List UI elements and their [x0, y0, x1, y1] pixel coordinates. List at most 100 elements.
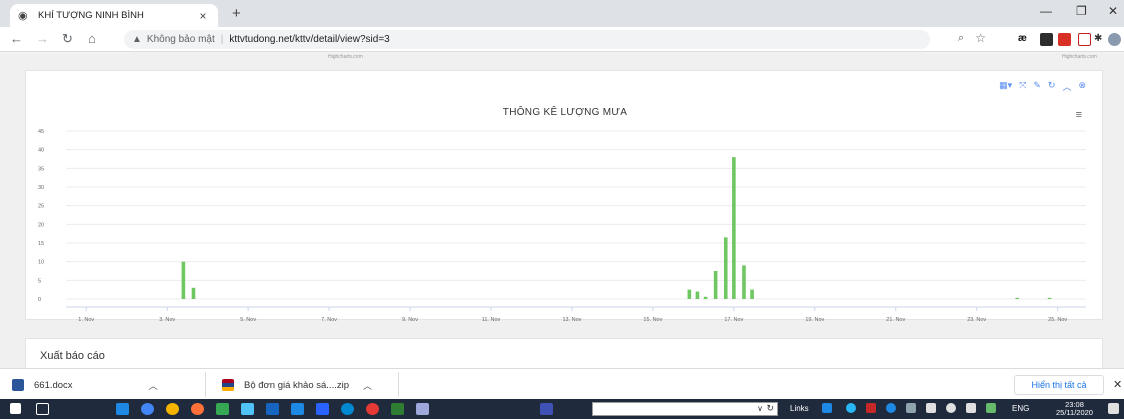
bookmark-star-icon[interactable]: ☆	[975, 31, 986, 45]
home-icon[interactable]: ⌂	[88, 31, 96, 46]
x-tick-label: 5. Nov	[240, 317, 256, 321]
x-tick-label: 17. Nov	[724, 317, 743, 321]
zoom-icon[interactable]: ⌕	[958, 32, 964, 45]
taskbar-app-icon[interactable]	[416, 403, 429, 415]
address-bar[interactable]: ▲ Không bảo mật | kttvtudong.net/kttv/de…	[124, 30, 986, 49]
report-title: Xuất báo cáo	[40, 350, 105, 362]
volume-icon[interactable]	[946, 403, 956, 413]
close-downloads-icon[interactable]: ✕	[1113, 378, 1122, 391]
taskbar-app-icon[interactable]	[116, 403, 129, 415]
window-close-icon[interactable]: ✕	[1108, 4, 1118, 18]
extension-red-icon[interactable]	[1058, 33, 1071, 46]
x-tick-label: 11. Nov	[482, 317, 501, 321]
rain-bar	[1047, 297, 1052, 299]
battery-icon[interactable]	[986, 403, 996, 413]
report-card: Xuất báo cáo	[25, 338, 1103, 368]
task-view-icon[interactable]	[36, 403, 49, 415]
download-item-zip[interactable]: Bộ đơn giá khảo sá....zip ︿	[222, 375, 372, 395]
close-tab-icon[interactable]: ×	[196, 9, 210, 23]
rain-bar	[713, 271, 718, 299]
language-indicator[interactable]: ENG	[1012, 404, 1029, 413]
tray-icon[interactable]	[822, 403, 832, 413]
taskbar-app-icon[interactable]	[316, 403, 329, 415]
taskbar-app-icon[interactable]	[241, 403, 254, 415]
y-tick-label: 25	[38, 204, 44, 210]
links-label[interactable]: Links	[790, 404, 809, 413]
rain-bar	[181, 261, 186, 299]
profile-avatar[interactable]	[1108, 33, 1121, 46]
taskbar-app-icon[interactable]	[291, 403, 304, 415]
y-tick-label: 5	[38, 278, 41, 284]
rain-bar	[191, 287, 196, 299]
taskbar-app-icon[interactable]	[266, 403, 279, 415]
rainfall-chart: 0 5 10 15 20 25 30 35 40 45 1. Nov 3. Nov 5. Nov 7. N…	[38, 129, 1086, 321]
extension-ae-icon[interactable]: æ	[1018, 33, 1031, 46]
x-tick-label: 15. Nov	[643, 317, 662, 321]
url-divider: |	[220, 34, 224, 45]
rain-bar	[703, 296, 708, 299]
y-tick-label: 45	[38, 129, 44, 135]
extension-dark-icon[interactable]	[1040, 33, 1053, 46]
rain-bar	[732, 157, 736, 299]
restore-icon[interactable]: ❐	[1076, 4, 1087, 18]
download-filename: 661.docx	[34, 379, 73, 391]
edge-icon[interactable]	[141, 403, 154, 415]
minimize-icon[interactable]: —	[1040, 4, 1052, 18]
x-tick-label: 3. Nov	[159, 317, 175, 321]
rain-bar	[687, 289, 692, 299]
security-label: Không bảo mật	[146, 34, 215, 45]
tray-icon[interactable]	[906, 403, 916, 413]
download-item-docx[interactable]: 661.docx ︿	[12, 375, 158, 395]
pocket-icon[interactable]	[1078, 33, 1091, 46]
taskbar-app-icon[interactable]	[540, 403, 553, 415]
taskbar-app-icon[interactable]	[216, 403, 229, 415]
speaker-icon[interactable]	[966, 403, 976, 413]
taskbar: ∨ ↻ Links ENG 23:08 25/11/2020	[0, 399, 1124, 419]
tray-icon[interactable]	[866, 403, 876, 413]
site-favicon-icon: ◉	[18, 9, 28, 22]
network-icon[interactable]	[926, 403, 936, 413]
taskbar-address-input[interactable]: ∨ ↻	[592, 402, 778, 416]
windows-start-icon[interactable]	[10, 403, 21, 414]
chart-card: ▦▾ ⤧ ✎ ↻ ︿ ⊗ THÔNG KÊ LƯỢNG MƯA ≡ 0 5 10 15…	[25, 70, 1103, 321]
clock-date: 25/11/2020	[1056, 408, 1093, 417]
rain-bar	[695, 291, 700, 299]
forward-icon[interactable]: →	[36, 31, 49, 46]
show-all-button[interactable]: Hiển thị tất cả	[1014, 375, 1104, 395]
x-tick-label: 13. Nov	[562, 317, 581, 321]
chrome-active-icon[interactable]	[366, 403, 379, 415]
reload-icon[interactable]: ↻	[62, 31, 73, 47]
new-tab-button[interactable]: +	[232, 5, 241, 22]
chevron-up-icon[interactable]: ︿	[149, 379, 158, 392]
rain-bar	[750, 289, 754, 299]
rain-bar	[1015, 297, 1019, 299]
download-divider	[205, 372, 206, 397]
chrome-icon[interactable]	[166, 403, 179, 415]
y-tick-label: 20	[38, 222, 44, 228]
download-divider	[398, 372, 399, 397]
clock[interactable]: 23:08 25/11/2020	[1056, 401, 1093, 417]
chevron-down-icon[interactable]: ∨	[757, 404, 763, 413]
back-icon[interactable]: ←	[10, 31, 23, 46]
firefox-icon[interactable]	[191, 403, 204, 415]
url-text: kttvtudong.net/kttv/detail/view?sid=3	[229, 34, 390, 45]
notifications-icon[interactable]	[1108, 403, 1119, 414]
chevron-up-icon[interactable]: ︿	[363, 379, 372, 392]
warning-icon: ▲	[132, 34, 142, 45]
y-tick-label: 0	[38, 297, 41, 303]
zalo-icon[interactable]	[341, 403, 354, 415]
excel-icon[interactable]	[391, 403, 404, 415]
rain-bar	[742, 265, 746, 299]
skype-icon[interactable]	[846, 403, 856, 413]
x-tick-label: 25. Nov	[1048, 317, 1067, 321]
tray-icon[interactable]	[886, 403, 896, 413]
zip-file-icon	[222, 379, 234, 391]
browser-tab[interactable]: ◉ KHÍ TƯỢNG NINH BÌNH ×	[10, 4, 218, 27]
extensions-puzzle-icon[interactable]: ✱	[1094, 33, 1107, 46]
refresh-icon[interactable]: ↻	[766, 403, 774, 414]
y-tick-label: 35	[38, 166, 44, 172]
browser-toolbar: ← → ↻ ⌂ ▲ Không bảo mật | kttvtudong.net…	[0, 27, 1124, 52]
tab-strip: ◉ KHÍ TƯỢNG NINH BÌNH × + — ❐ ✕	[0, 0, 1124, 27]
x-tick-label: 7. Nov	[321, 317, 337, 321]
credit-left: Highcharts.com	[328, 54, 363, 60]
